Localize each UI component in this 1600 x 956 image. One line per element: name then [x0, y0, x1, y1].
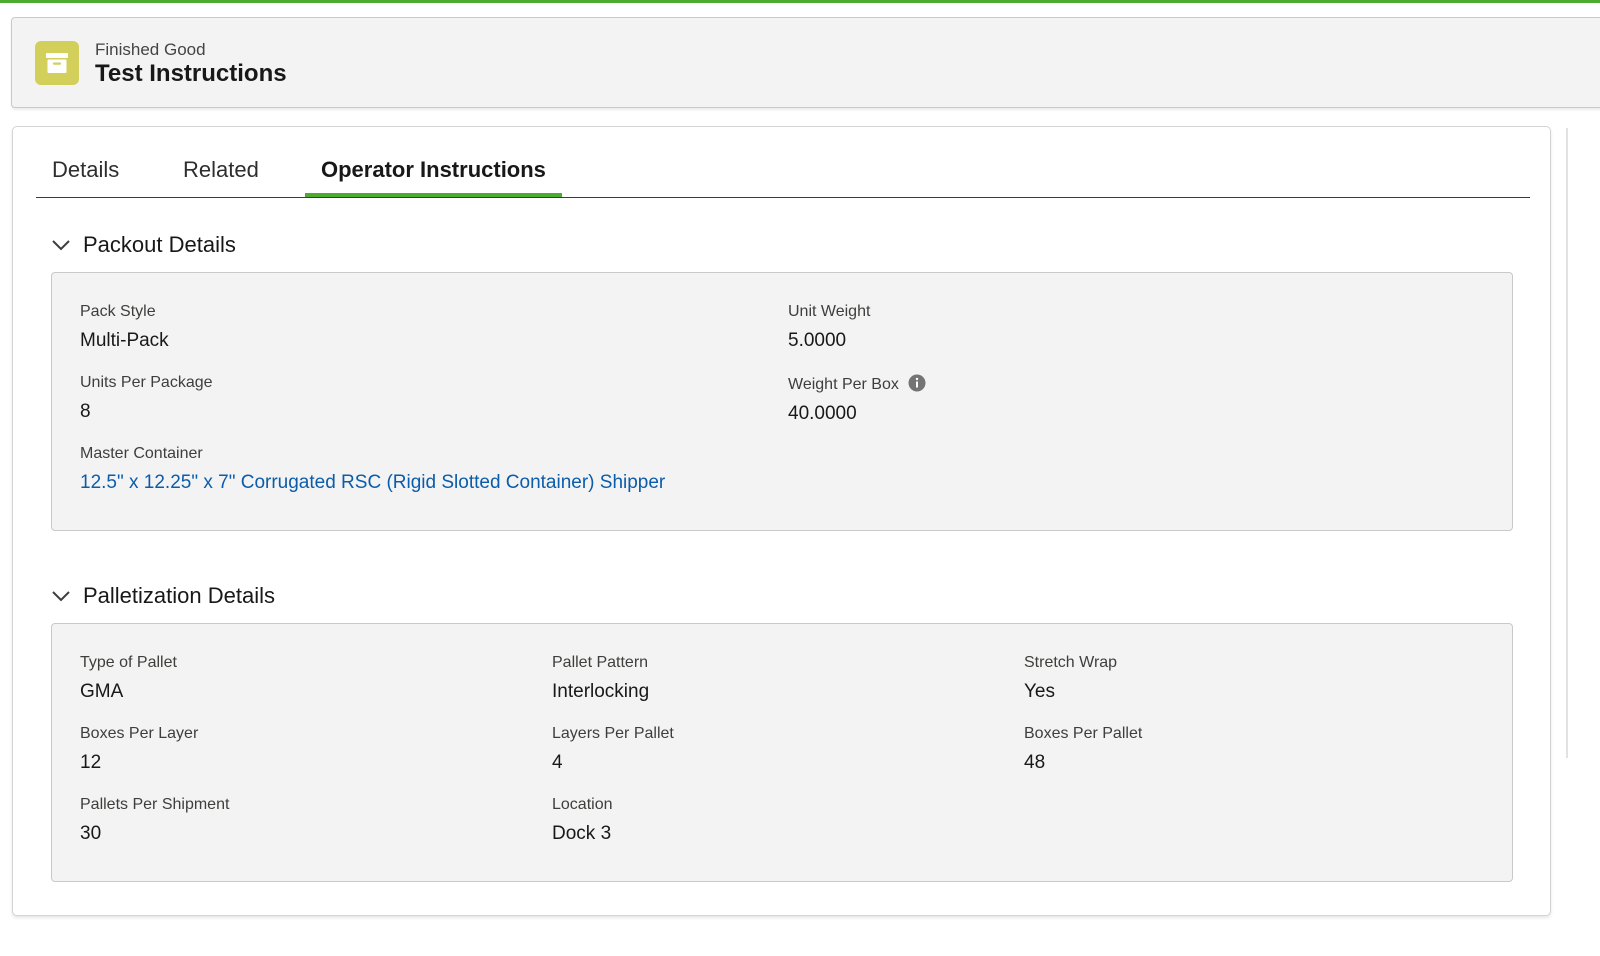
- field-label: Location: [552, 796, 613, 813]
- field-value: 30: [80, 823, 102, 844]
- field-unit-weight: Unit Weight 5.0000: [788, 303, 870, 352]
- field-value: 12: [80, 752, 102, 773]
- field-value: Dock 3: [552, 823, 612, 844]
- field-label: Layers Per Pallet: [552, 725, 674, 742]
- field-value: GMA: [80, 681, 124, 702]
- field-pallet-pattern: Pallet Pattern Interlocking: [552, 654, 649, 703]
- field-value: Yes: [1024, 681, 1055, 702]
- master-container-link[interactable]: 12.5" x 12.25" x 7" Corrugated RSC (Rigi…: [80, 472, 665, 494]
- field-stretch-wrap: Stretch Wrap Yes: [1024, 654, 1117, 703]
- archive-box-icon: [35, 41, 79, 85]
- section-title-palletization: Palletization Details: [83, 583, 275, 608]
- field-label: Boxes Per Pallet: [1024, 725, 1143, 742]
- chevron-down-icon: [52, 240, 70, 251]
- scroll-edge: [1566, 128, 1568, 758]
- section-toggle-palletization[interactable]: Palletization Details: [51, 581, 351, 613]
- field-value: 48: [1024, 752, 1046, 773]
- tab-details[interactable]: Details: [52, 157, 119, 183]
- field-pallets-per-shipment: Pallets Per Shipment 30: [80, 796, 229, 845]
- field-label: Type of Pallet: [80, 654, 177, 671]
- section-toggle-packout[interactable]: Packout Details: [51, 230, 311, 262]
- field-value: 8: [80, 401, 91, 422]
- active-tab-indicator: [305, 193, 562, 197]
- palletization-details-panel: Type of Pallet GMA Pallet Pattern Interl…: [51, 623, 1513, 882]
- field-label: Weight Per Box: [788, 374, 926, 394]
- field-label: Stretch Wrap: [1024, 654, 1118, 671]
- field-value: Interlocking: [552, 681, 650, 702]
- field-label: Boxes Per Layer: [80, 725, 199, 742]
- field-layers-per-pallet: Layers Per Pallet 4: [552, 725, 674, 774]
- section-title-packout: Packout Details: [83, 232, 236, 257]
- field-label: Master Container: [80, 445, 203, 462]
- field-value: 5.0000: [788, 330, 847, 351]
- field-label-text: Weight Per Box: [788, 376, 899, 393]
- field-type-of-pallet: Type of Pallet GMA: [80, 654, 177, 703]
- record-header: Finished Good Test Instructions: [11, 17, 1600, 108]
- field-label: Pallet Pattern: [552, 654, 649, 671]
- record-title: Test Instructions: [95, 60, 287, 87]
- field-location: Location Dock 3: [552, 796, 613, 845]
- field-boxes-per-layer: Boxes Per Layer 12: [80, 725, 198, 774]
- field-master-container: Master Container 12.5" x 12.25" x 7" Cor…: [80, 445, 665, 494]
- tab-related[interactable]: Related: [183, 157, 259, 183]
- field-label: Unit Weight: [788, 303, 871, 320]
- chevron-down-icon: [52, 591, 70, 602]
- top-accent-bar: [0, 0, 1600, 3]
- field-label: Pack Style: [80, 303, 156, 320]
- field-label: Units Per Package: [80, 374, 213, 391]
- record-type-label: Finished Good: [95, 40, 206, 59]
- field-label: Pallets Per Shipment: [80, 796, 230, 813]
- tab-operator-instructions[interactable]: Operator Instructions: [321, 157, 546, 183]
- field-weight-per-box: Weight Per Box 40.0000: [788, 374, 926, 425]
- info-icon[interactable]: [908, 374, 926, 392]
- field-value: 4: [552, 752, 563, 773]
- field-pack-style: Pack Style Multi-Pack: [80, 303, 169, 352]
- field-boxes-per-pallet: Boxes Per Pallet 48: [1024, 725, 1142, 774]
- field-units-per-package: Units Per Package 8: [80, 374, 213, 423]
- record-detail-card: Details Related Operator Instructions Pa…: [12, 126, 1551, 916]
- field-value: Multi-Pack: [80, 330, 169, 351]
- tab-bar: Details Related Operator Instructions: [36, 127, 1530, 198]
- packout-details-panel: Pack Style Multi-Pack Unit Weight 5.0000…: [51, 272, 1513, 531]
- field-value: 40.0000: [788, 403, 857, 424]
